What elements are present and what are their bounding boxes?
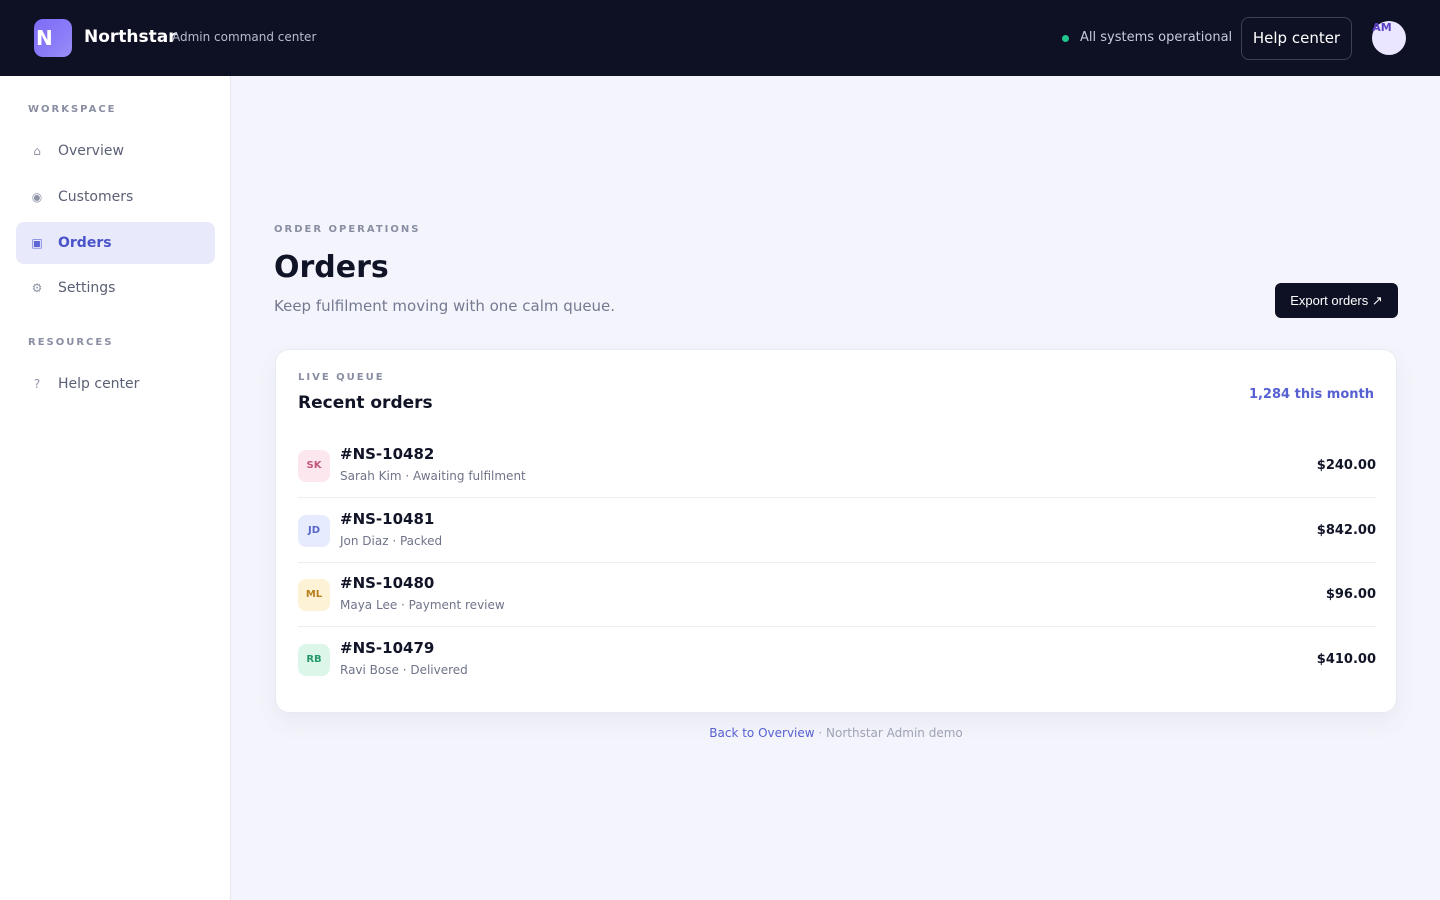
brand-logo[interactable]: N <box>34 19 72 57</box>
back-to-overview-link[interactable]: Back to Overview <box>709 726 814 740</box>
page-footer: Back to Overview · Northstar Admin demo <box>275 725 1397 741</box>
logo-letter: N <box>36 26 53 50</box>
order-amount: $842.00 <box>1316 523 1376 538</box>
order-meta: Jon Diaz · Packed <box>340 534 443 548</box>
brand-name: Northstar <box>84 27 177 47</box>
home-icon: ⌂ <box>33 144 41 158</box>
user-avatar[interactable]: AM <box>1372 21 1406 55</box>
customer-initials: SK <box>298 450 330 482</box>
sidebar-item-label: Overview <box>58 143 124 159</box>
sidebar: WORKSPACE ⌂ Overview ◉ Customers ▣ Order… <box>0 76 231 900</box>
status-indicator-icon <box>1062 35 1069 42</box>
sidebar-item-label: Settings <box>58 280 116 296</box>
order-id: #NS-10480 <box>340 574 435 592</box>
order-meta: Ravi Bose · Delivered <box>340 663 468 677</box>
order-id: #NS-10479 <box>340 639 435 657</box>
gear-icon: ⚙ <box>31 281 43 295</box>
export-orders-button[interactable]: Export orders ↗ <box>1275 283 1398 318</box>
recent-orders-card: LIVE QUEUE Recent orders 1,284 this mont… <box>275 349 1397 713</box>
system-status-text: All systems operational <box>1080 30 1233 45</box>
sidebar-item-customers[interactable]: ◉ Customers <box>16 176 215 218</box>
sidebar-item-help-center[interactable]: ? Help center <box>16 363 215 405</box>
order-row[interactable]: SK #NS-10482 Sarah Kim · Awaiting fulfil… <box>298 434 1376 498</box>
sidebar-item-label: Orders <box>58 235 112 251</box>
footer-text: · Northstar Admin demo <box>814 726 963 740</box>
customer-initials: RB <box>298 644 330 676</box>
orders-icon: ▣ <box>31 236 43 250</box>
page-eyebrow: ORDER OPERATIONS <box>274 224 421 235</box>
order-meta: Maya Lee · Payment review <box>340 598 505 612</box>
sidebar-section-workspace: WORKSPACE <box>28 104 117 115</box>
page-subtitle: Keep fulfilment moving with one calm que… <box>274 297 616 315</box>
order-row[interactable]: JD #NS-10481 Jon Diaz · Packed $842.00 <box>298 499 1376 563</box>
order-meta: Sarah Kim · Awaiting fulfilment <box>340 469 526 483</box>
help-center-button[interactable]: Help center <box>1241 17 1352 60</box>
brand-subtitle: Admin command center <box>172 30 317 44</box>
sidebar-item-label: Customers <box>58 189 134 205</box>
sidebar-section-resources: RESOURCES <box>28 337 114 348</box>
sidebar-item-orders[interactable]: ▣ Orders <box>16 222 215 264</box>
help-icon: ? <box>33 377 41 391</box>
card-eyebrow: LIVE QUEUE <box>298 372 385 383</box>
order-id: #NS-10482 <box>340 445 435 463</box>
order-row[interactable]: ML #NS-10480 Maya Lee · Payment review $… <box>298 563 1376 627</box>
customers-icon: ◉ <box>31 190 43 204</box>
order-amount: $96.00 <box>1325 587 1376 602</box>
order-row[interactable]: RB #NS-10479 Ravi Bose · Delivered $410.… <box>298 628 1376 692</box>
customer-initials: JD <box>298 515 330 547</box>
sidebar-item-settings[interactable]: ⚙ Settings <box>16 267 215 309</box>
card-title: Recent orders <box>298 393 433 413</box>
page-title: Orders <box>274 250 389 285</box>
orders-count-badge: 1,284 this month <box>1248 387 1374 402</box>
order-amount: $240.00 <box>1316 458 1376 473</box>
top-bar: N Northstar Admin command center All sys… <box>0 0 1440 76</box>
order-id: #NS-10481 <box>340 510 435 528</box>
sidebar-item-label: Help center <box>58 376 140 392</box>
order-amount: $410.00 <box>1316 652 1376 667</box>
sidebar-item-overview[interactable]: ⌂ Overview <box>16 130 215 172</box>
customer-initials: ML <box>298 579 330 611</box>
avatar-initials: AM <box>1372 21 1392 34</box>
